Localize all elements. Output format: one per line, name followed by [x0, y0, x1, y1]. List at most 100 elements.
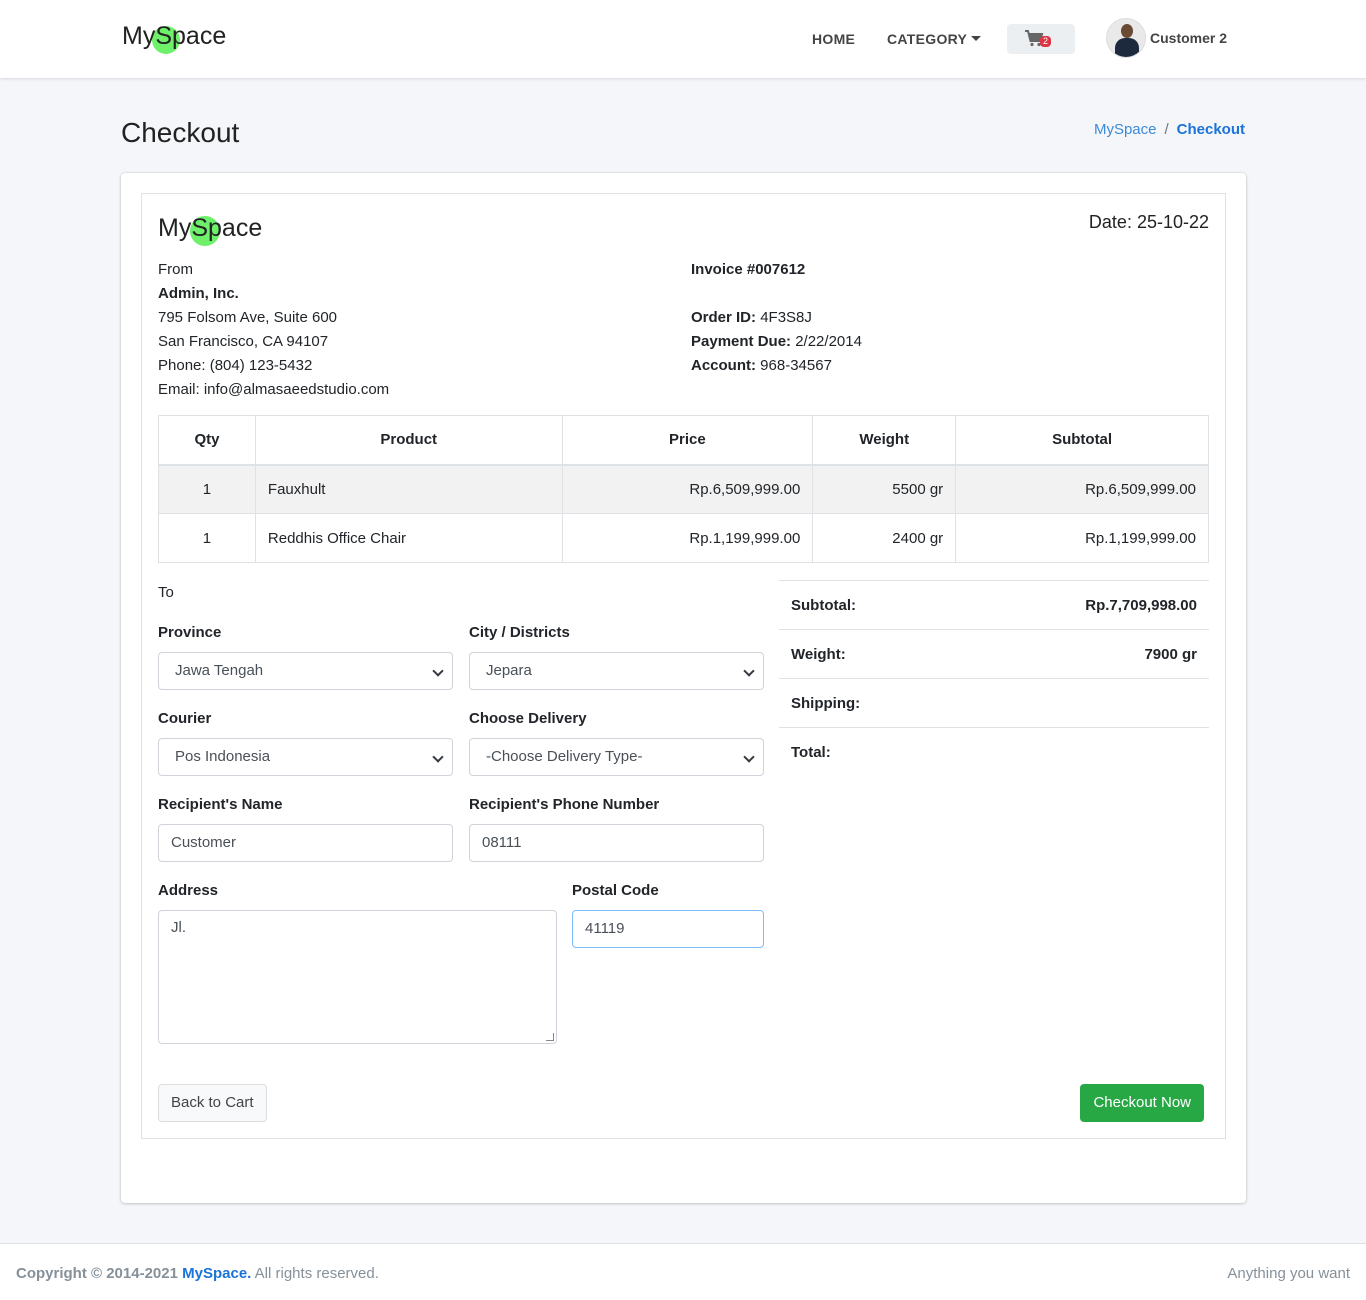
footer-copyright: Copyright © 2014-2021 MySpace. All right…: [16, 1265, 379, 1282]
recipient-phone-label: Recipient's Phone Number: [469, 796, 660, 813]
checkout-card: MySpace Date: 25-10-22 From Admin, Inc. …: [121, 173, 1246, 1203]
breadcrumb: MySpace / Checkout: [1094, 121, 1245, 138]
avatar-head: [1121, 24, 1133, 38]
table-row: 1 Fauxhult Rp.6,509,999.00 5500 gr Rp.6,…: [158, 464, 1209, 514]
invoice-date: Date: 25-10-22: [1088, 212, 1209, 232]
row-weight: 2400 gr: [812, 513, 957, 563]
company-name: Admin, Inc.: [158, 282, 389, 306]
cart-button[interactable]: 2: [1007, 24, 1075, 54]
summary-subtotal-row: Subtotal: Rp.7,709,998.00: [779, 580, 1209, 629]
invoice-brand-text-1: My: [158, 214, 192, 242]
table-header-row: Qty Product Price Weight Subtotal: [158, 415, 1209, 466]
summary-total-row: Total:: [779, 727, 1209, 776]
nav-home-link[interactable]: HOME: [812, 31, 855, 47]
order-summary: Subtotal: Rp.7,709,998.00 Weight: 7900 g…: [779, 580, 1209, 776]
from-label: From: [158, 261, 193, 278]
address-label: Address: [158, 882, 219, 899]
brand-text-1: My: [122, 22, 156, 50]
row-price: Rp.1,199,999.00: [561, 513, 814, 563]
courier-select[interactable]: Pos Indonesia: [158, 738, 453, 776]
row-price: Rp.6,509,999.00: [561, 464, 814, 514]
invoice-number-text: Invoice #007612: [691, 261, 806, 278]
col-header-price: Price: [561, 415, 814, 466]
summary-weight-label: Weight:: [791, 646, 846, 663]
chevron-down-icon: [432, 751, 444, 763]
summary-subtotal-label: Subtotal:: [791, 597, 856, 614]
account: Account: 968-34567: [691, 354, 862, 378]
page-title: Checkout: [121, 117, 240, 148]
postal-code-label: Postal Code: [572, 882, 659, 899]
row-product: Reddhis Office Chair: [254, 513, 563, 563]
summary-total-label: Total:: [791, 744, 831, 761]
address-line-1: 795 Folsom Ave, Suite 600: [158, 309, 338, 326]
footer-tagline: Anything you want: [1227, 1265, 1350, 1282]
account-label: Account:: [691, 357, 756, 374]
summary-shipping-row: Shipping:: [779, 678, 1209, 727]
payment-due: Payment Due: 2/22/2014: [691, 330, 862, 354]
address-value: Jl.: [171, 919, 186, 936]
back-to-cart-button[interactable]: Back to Cart: [158, 1084, 267, 1122]
courier-label: Courier: [158, 710, 212, 727]
invoice-brand-text-2: S: [191, 214, 209, 242]
order-id-label: Order ID:: [691, 309, 757, 326]
postal-code-input[interactable]: 41119: [572, 910, 764, 948]
footer-rights-text: All rights reserved.: [254, 1265, 379, 1282]
col-header-weight: Weight: [812, 415, 957, 466]
col-header-qty: Qty: [158, 415, 256, 466]
account-value: 968-34567: [760, 357, 832, 374]
province-select[interactable]: Jawa Tengah: [158, 652, 453, 690]
delivery-label: Choose Delivery: [469, 710, 587, 727]
payment-due-value: 2/22/2014: [795, 333, 862, 350]
chevron-down-icon: [743, 751, 755, 763]
summary-shipping-label: Shipping:: [791, 695, 861, 712]
items-table: Qty Product Price Weight Subtotal 1 Faux…: [158, 415, 1209, 563]
row-qty: 1: [158, 464, 256, 514]
city-value: Jepara: [486, 662, 532, 679]
row-qty: 1: [158, 513, 256, 563]
brand-logo[interactable]: MySpace: [122, 22, 226, 54]
invoice-info: Invoice #007612 Order ID: 4F3S8J Payment…: [691, 258, 862, 378]
to-label: To: [158, 584, 174, 601]
chevron-down-icon: [743, 665, 755, 677]
breadcrumb-separator: /: [1164, 121, 1169, 138]
row-subtotal: Rp.6,509,999.00: [955, 464, 1209, 514]
delivery-select[interactable]: -Choose Delivery Type-: [469, 738, 764, 776]
payment-due-label: Payment Due:: [691, 333, 792, 350]
recipient-phone-input[interactable]: 08111: [469, 824, 764, 862]
invoice-brand-logo: MySpace: [158, 214, 262, 246]
invoice-number: Invoice #007612: [691, 258, 862, 282]
company-phone: Phone: (804) 123-5432: [158, 357, 313, 374]
table-row: 1 Reddhis Office Chair Rp.1,199,999.00 2…: [158, 513, 1209, 563]
row-product: Fauxhult: [254, 464, 563, 514]
row-weight: 5500 gr: [812, 464, 957, 514]
user-avatar[interactable]: [1106, 18, 1146, 58]
breadcrumb-current: Checkout: [1176, 121, 1245, 138]
recipient-name-label: Recipient's Name: [158, 796, 283, 813]
from-address: From Admin, Inc. 795 Folsom Ave, Suite 6…: [158, 258, 389, 402]
col-header-product: Product: [254, 415, 563, 466]
checkout-now-button[interactable]: Checkout Now: [1080, 1084, 1204, 1122]
row-subtotal: Rp.1,199,999.00: [955, 513, 1209, 563]
recipient-name-input[interactable]: Customer: [158, 824, 453, 862]
delivery-value: -Choose Delivery Type-: [486, 748, 643, 765]
col-header-subtotal: Subtotal: [955, 415, 1209, 466]
province-label: Province: [158, 624, 222, 641]
top-navbar: MySpace HOME CATEGORY 2 Customer 2: [0, 0, 1366, 78]
province-value: Jawa Tengah: [175, 662, 264, 679]
footer-copyright-text: Copyright © 2014-2021: [16, 1265, 178, 1282]
invoice-panel: MySpace Date: 25-10-22 From Admin, Inc. …: [141, 193, 1226, 1139]
city-label: City / Districts: [469, 624, 570, 641]
address-textarea[interactable]: Jl.: [158, 910, 557, 1044]
footer-brand-link[interactable]: MySpace.: [182, 1265, 251, 1282]
resize-handle-icon[interactable]: [546, 1033, 554, 1041]
order-id-value: 4F3S8J: [760, 309, 812, 326]
city-select[interactable]: Jepara: [469, 652, 764, 690]
summary-weight-row: Weight: 7900 gr: [779, 629, 1209, 678]
summary-subtotal-value: Rp.7,709,998.00: [1085, 597, 1197, 614]
nav-category-dropdown[interactable]: CATEGORY: [887, 31, 982, 47]
courier-value: Pos Indonesia: [175, 748, 271, 765]
user-name[interactable]: Customer 2: [1150, 30, 1227, 46]
chevron-down-icon: [432, 665, 444, 677]
breadcrumb-home-link[interactable]: MySpace: [1094, 121, 1157, 138]
summary-weight-value: 7900 gr: [1144, 646, 1197, 663]
